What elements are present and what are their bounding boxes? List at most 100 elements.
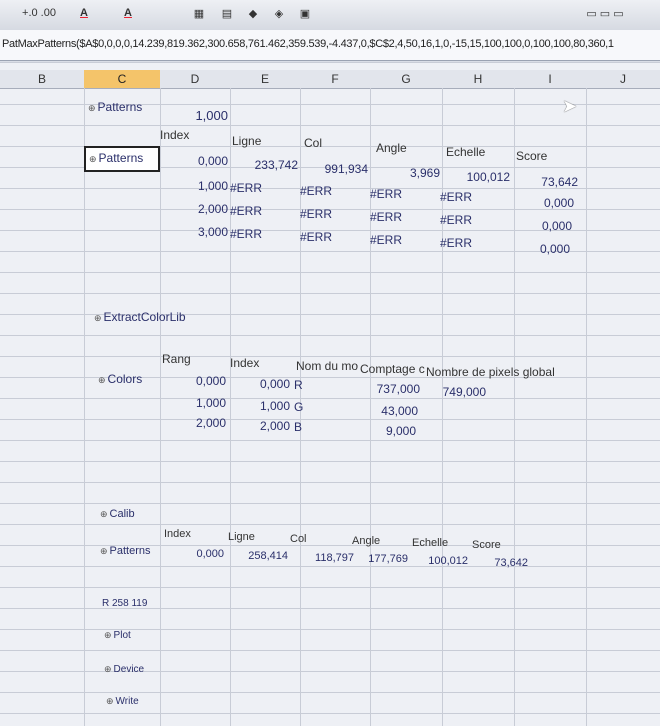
table-cell: #ERR — [230, 181, 263, 195]
toolbar: +.0 .00 A A ▦ ▤ ◆ ◈ ▣ ▭ ▭ ▭ — [0, 0, 660, 31]
function-icon: ⊕ — [88, 103, 96, 113]
col-header-G[interactable]: G — [370, 70, 443, 89]
table-cell: 73,642 — [494, 557, 528, 569]
table-cell: #ERR — [370, 187, 403, 201]
table-cell: G — [294, 400, 304, 414]
table-cell: 2,000 — [259, 419, 290, 433]
header-comptage: Comptage c — [360, 362, 425, 376]
table-cell: 177,769 — [368, 553, 408, 565]
table-cell: B — [294, 420, 303, 434]
col-header-I[interactable]: I — [514, 70, 587, 89]
table-cell: #ERR — [440, 190, 473, 204]
table-cell: 2,000 — [197, 202, 228, 216]
header-ligne: Ligne — [232, 134, 262, 148]
function-icon: ⊕ — [100, 546, 108, 556]
header-col: Col — [304, 136, 323, 150]
table-cell: 118,797 — [315, 552, 354, 564]
table-cell: 233,742 — [254, 158, 298, 172]
header-score: Score — [516, 149, 548, 163]
plot-label: ⊕ Plot — [104, 630, 131, 641]
header-angle: Angle — [352, 535, 381, 547]
table-cell: 749,000 — [442, 385, 486, 399]
function-icon: ⊕ — [94, 313, 102, 323]
table-cell: #ERR — [370, 233, 403, 247]
table-cell: #ERR — [440, 236, 473, 250]
table-cell: #ERR — [300, 207, 333, 221]
table-cell: 100,012 — [466, 170, 510, 184]
col-header-D[interactable]: D — [160, 70, 231, 89]
extract-title: ⊕ ExtractColorLib — [94, 310, 186, 324]
table-cell: 3,969 — [409, 166, 440, 180]
font-color-button[interactable]: A — [118, 4, 138, 22]
decimal-buttons[interactable]: +.0 .00 — [14, 4, 64, 22]
patterns-title: ⊕ Patterns — [88, 100, 143, 114]
formula-bar[interactable]: PatMaxPatterns($A$0,0,0,0,14.239,819.362… — [0, 30, 660, 61]
function-icon: ⊕ — [104, 664, 112, 674]
function-icon: ⊕ — [104, 630, 112, 640]
tool-icon-1[interactable]: ▦ — [190, 4, 208, 22]
device-label: ⊕ Device — [104, 664, 145, 675]
table-cell: 0,000 — [539, 242, 570, 256]
table-cell: R — [294, 378, 303, 392]
patterns-count: 1,000 — [195, 108, 228, 123]
table-cell: #ERR — [370, 210, 403, 224]
table-cell: #ERR — [300, 184, 333, 198]
function-icon: ⊕ — [100, 509, 108, 519]
tool-icon-5[interactable]: ▣ — [296, 4, 314, 22]
selected-cell[interactable]: ⊕ Patterns — [84, 146, 160, 172]
table-cell: 3,000 — [197, 225, 228, 239]
function-icon: ⊕ — [89, 154, 97, 164]
tool-icon-3[interactable]: ◆ — [244, 4, 262, 22]
col-header-F[interactable]: F — [300, 70, 371, 89]
table-cell: 100,012 — [428, 555, 468, 567]
col-header-B[interactable]: B — [0, 70, 85, 89]
col-header-E[interactable]: E — [230, 70, 301, 89]
header-ligne: Ligne — [228, 531, 255, 543]
header-echelle: Echelle — [412, 537, 449, 549]
table-cell: 0,000 — [259, 377, 290, 391]
header-angle: Angle — [376, 141, 407, 155]
table-cell: #ERR — [440, 213, 473, 227]
r-text: R 258 119 — [102, 598, 148, 609]
table-cell: 1,000 — [259, 399, 290, 413]
function-icon: ⊕ — [98, 375, 106, 385]
function-icon: ⊕ — [106, 696, 114, 706]
table-cell: 2,000 — [195, 416, 226, 430]
tool-icon-2[interactable]: ▤ — [218, 4, 236, 22]
header-index: Index — [230, 356, 260, 370]
calib-title: ⊕ Calib — [100, 508, 135, 520]
colors-label: ⊕ Colors — [98, 372, 143, 386]
header-col: Col — [290, 533, 307, 545]
header-nombre-pixels: Nombre de pixels global — [426, 365, 555, 379]
header-echelle: Echelle — [446, 145, 486, 159]
table-cell: 1,000 — [197, 179, 228, 193]
formula-text: PatMaxPatterns($A$0,0,0,0,14.239,819.362… — [2, 38, 614, 50]
window-controls[interactable]: ▭ ▭ ▭ — [560, 4, 650, 22]
table-cell: 1,000 — [195, 396, 226, 410]
table-cell: 9,000 — [385, 424, 416, 438]
col-header-H[interactable]: H — [442, 70, 515, 89]
calib-patterns-label: ⊕ Patterns — [100, 545, 151, 557]
table-cell: 737,000 — [376, 382, 420, 396]
header-nom: Nom du mo — [296, 359, 359, 373]
table-cell: #ERR — [300, 230, 333, 244]
header-score: Score — [472, 539, 501, 551]
highlight-color-button[interactable]: A — [74, 4, 94, 22]
table-cell: 0,000 — [197, 154, 228, 168]
table-cell: 258,414 — [248, 550, 288, 562]
header-index: Index — [164, 528, 191, 540]
table-cell: 0,000 — [195, 374, 226, 388]
table-cell: #ERR — [230, 227, 263, 241]
table-cell: 0,000 — [543, 196, 574, 210]
table-cell: 0,000 — [196, 548, 224, 560]
header-index: Index — [160, 128, 190, 142]
col-header-C[interactable]: C — [84, 70, 161, 89]
mouse-cursor-icon: ➤ — [562, 96, 578, 116]
col-header-J[interactable]: J — [586, 70, 660, 89]
patterns-name: ⊕ Patterns — [89, 151, 144, 165]
write-label: ⊕ Write — [106, 696, 139, 707]
table-cell: 73,642 — [541, 175, 578, 189]
tool-icon-4[interactable]: ◈ — [270, 4, 288, 22]
table-cell: 991,934 — [324, 162, 368, 176]
table-cell: #ERR — [230, 204, 263, 218]
